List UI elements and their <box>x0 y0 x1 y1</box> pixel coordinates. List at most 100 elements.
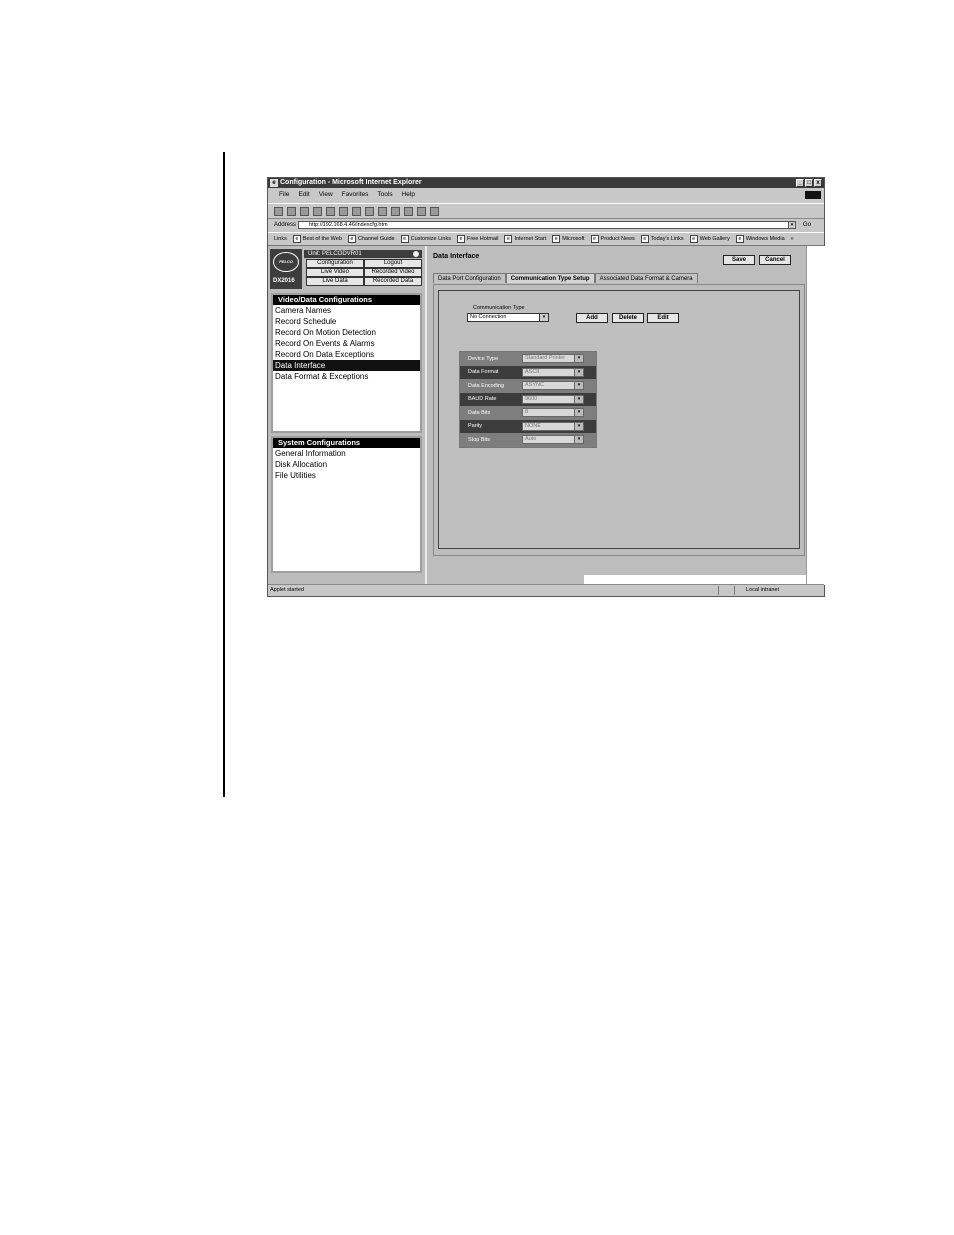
minimize-button[interactable]: _ <box>796 179 804 187</box>
delete-button[interactable]: Delete <box>612 313 644 323</box>
forward-icon[interactable] <box>287 206 296 216</box>
tab-communication-type-setup[interactable]: Communication Type Setup <box>505 273 595 283</box>
sidebar: PELCO DX2016 Unit: PELCODVR01 Configurat… <box>268 246 425 585</box>
menu-item-record-data-exceptions[interactable]: Record On Data Exceptions <box>273 349 420 360</box>
setup-frame: Communication Type No Connection ▾ Add D… <box>438 290 800 549</box>
maximize-button[interactable]: □ <box>805 179 813 187</box>
menu-item-record-events[interactable]: Record On Events & Alarms <box>273 338 420 349</box>
tab-data-port-configuration[interactable]: Data Port Configuration <box>433 273 506 283</box>
save-button[interactable]: Save <box>723 255 755 265</box>
mail-icon[interactable] <box>378 206 387 216</box>
stop-bits-select: Auto ▾ <box>522 435 584 445</box>
go-button[interactable]: Go <box>803 219 811 231</box>
windows-logo-icon <box>805 191 821 199</box>
chevron-down-icon: ▾ <box>574 436 583 444</box>
menu-item-data-interface[interactable]: Data Interface <box>273 360 420 371</box>
link-web-gallery[interactable]: Web Gallery <box>690 233 730 245</box>
edit-button[interactable]: Edit <box>647 313 679 323</box>
discuss-icon[interactable] <box>417 206 426 216</box>
menu-edit[interactable]: Edit <box>298 190 309 200</box>
link-best-of-web[interactable]: Best of the Web <box>293 233 342 245</box>
link-internet-start[interactable]: Internet Start <box>504 233 546 245</box>
home-icon[interactable] <box>326 206 335 216</box>
property-row: Stop Bits Auto ▾ <box>460 433 596 447</box>
property-label: BAUD Rate <box>468 396 497 403</box>
video-data-panel: Video/Data Configurations Camera Names R… <box>271 293 422 433</box>
communication-type-label: Communication Type <box>473 305 525 311</box>
security-zone: Local intranet <box>746 587 780 593</box>
page-title: Data Interface <box>433 253 480 260</box>
chevron-down-icon[interactable]: ▾ <box>539 314 548 321</box>
menu-item-record-motion[interactable]: Record On Motion Detection <box>273 327 420 338</box>
add-button[interactable]: Add <box>576 313 608 323</box>
back-icon[interactable] <box>274 206 283 216</box>
tab-panel: Communication Type No Connection ▾ Add D… <box>433 284 805 556</box>
status-divider <box>718 586 719 595</box>
link-free-hotmail[interactable]: Free Hotmail <box>457 233 498 245</box>
property-value: ASCII <box>525 368 540 375</box>
address-bar: Address http://192.168.4.46/indexcfg.htm… <box>268 219 824 231</box>
menu-item-camera-names[interactable]: Camera Names <box>273 305 420 316</box>
edit-icon[interactable] <box>404 206 413 216</box>
menu-help[interactable]: Help <box>402 190 415 200</box>
address-label: Address <box>274 222 297 228</box>
pelco-logo: PELCO <box>273 252 299 272</box>
refresh-icon[interactable] <box>313 206 322 216</box>
link-channel-guide[interactable]: Channel Guide <box>348 233 395 245</box>
menu-favorites[interactable]: Favorites <box>342 190 369 200</box>
page-content: PELCO DX2016 Unit: PELCODVR01 Configurat… <box>268 246 954 585</box>
property-label: Parity <box>468 423 483 430</box>
link-product-news[interactable]: Product News <box>591 233 635 245</box>
search-icon[interactable] <box>339 206 348 216</box>
menu-item-general-information[interactable]: General Information <box>273 448 420 459</box>
chevron-down-icon: ▾ <box>574 382 583 390</box>
links-more-icon[interactable]: » <box>791 233 794 245</box>
brand-area: PELCO DX2016 <box>270 249 302 289</box>
menu-item-file-utilities[interactable]: File Utilities <box>273 470 420 481</box>
menu-item-record-schedule[interactable]: Record Schedule <box>273 316 420 327</box>
status-divider <box>734 586 735 595</box>
print-icon[interactable] <box>391 206 400 216</box>
nav-live-video[interactable]: Live Video <box>306 268 364 277</box>
nav-recorded-video[interactable]: Recorded Video <box>364 268 422 277</box>
property-value: Standard Printer <box>525 355 566 362</box>
data-encoding-select: ASYNC ▾ <box>522 381 584 391</box>
link-microsoft[interactable]: Microsoft <box>552 233 584 245</box>
address-input[interactable]: http://192.168.4.46/indexcfg.htm <box>298 221 796 229</box>
address-dropdown-icon[interactable]: ▾ <box>788 221 796 229</box>
menu-tools[interactable]: Tools <box>377 190 392 200</box>
stop-icon[interactable] <box>300 206 309 216</box>
browser-toolbar <box>268 203 824 219</box>
property-value: ASYNC <box>525 382 544 389</box>
menu-view[interactable]: View <box>319 190 333 200</box>
right-margin <box>806 246 825 585</box>
messenger-icon[interactable] <box>430 206 439 216</box>
tab-strip: Data Port Configuration Communication Ty… <box>433 273 698 283</box>
nav-grid: Configuration Logout Live Video Recorded… <box>306 259 422 286</box>
link-todays-links[interactable]: Today's Links <box>641 233 684 245</box>
link-customize-links[interactable]: Customize Links <box>401 233 451 245</box>
nav-configuration[interactable]: Configuration <box>306 259 364 268</box>
link-windows-media[interactable]: Windows Media <box>736 233 785 245</box>
menu-item-data-format[interactable]: Data Format & Exceptions <box>273 371 420 382</box>
chevron-down-icon: ▾ <box>574 409 583 417</box>
links-bar: Links Best of the Web Channel Guide Cust… <box>268 232 824 246</box>
nav-recorded-data[interactable]: Recorded Data <box>364 277 422 286</box>
property-label: Data Bits <box>468 409 491 416</box>
cancel-button[interactable]: Cancel <box>759 255 791 265</box>
nav-logout[interactable]: Logout <box>364 259 422 268</box>
ie-icon: e <box>270 179 278 187</box>
close-button[interactable]: x <box>814 179 822 187</box>
property-label: Stop Bits <box>468 436 491 443</box>
history-icon[interactable] <box>365 206 374 216</box>
communication-type-select[interactable]: No Connection ▾ <box>467 313 549 322</box>
main-area: Data Interface Save Cancel Data Port Con… <box>425 246 954 585</box>
property-row: Data Encoding ASYNC ▾ <box>460 379 596 393</box>
tab-associated-data-format[interactable]: Associated Data Format & Camera <box>594 273 698 283</box>
favorites-icon[interactable] <box>352 206 361 216</box>
nav-live-data[interactable]: Live Data <box>306 277 364 286</box>
model-name: DX2016 <box>273 278 295 284</box>
menu-item-disk-allocation[interactable]: Disk Allocation <box>273 459 420 470</box>
property-value: 9600 <box>525 395 538 402</box>
menu-file[interactable]: File <box>279 190 289 200</box>
